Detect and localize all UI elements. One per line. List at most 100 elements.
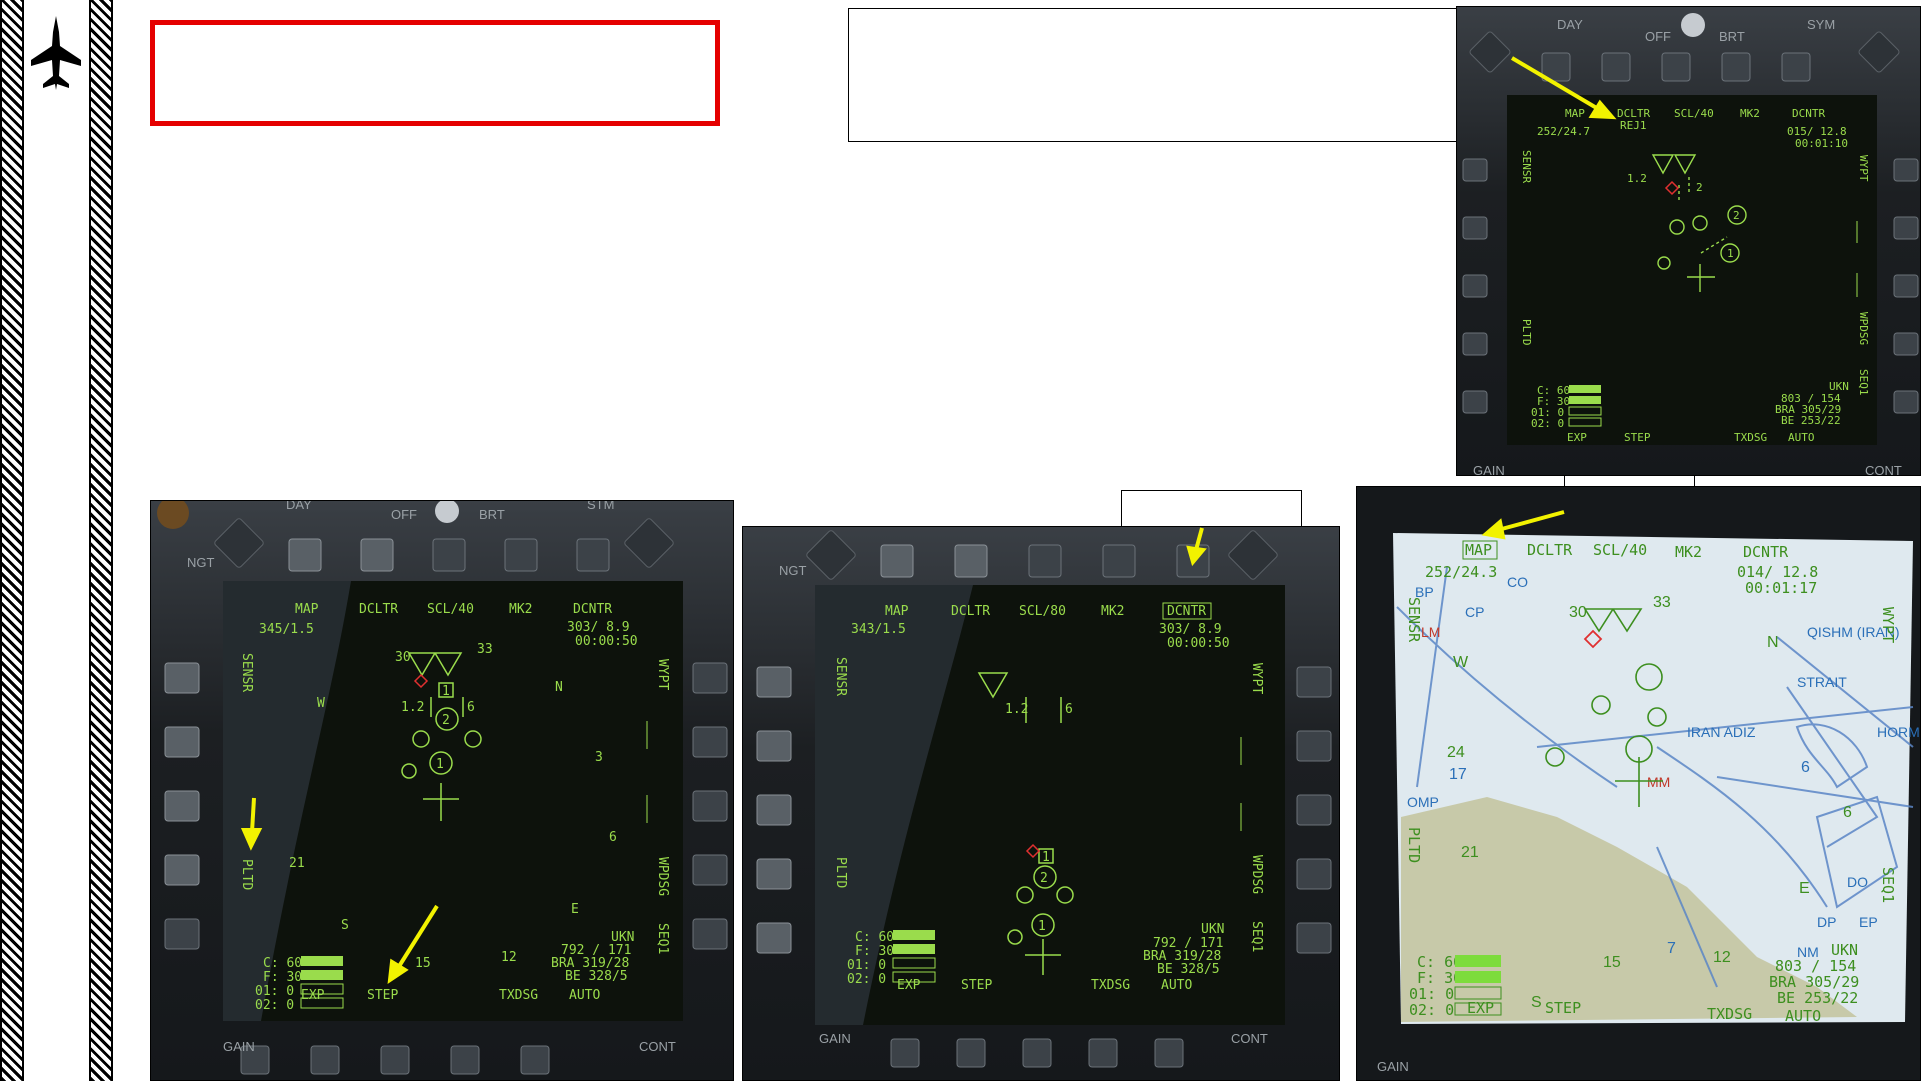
bra-ukn: UKN [1201, 922, 1224, 937]
map-text-6b: 6 [1801, 759, 1810, 776]
bezel-knob[interactable] [157, 501, 189, 529]
dcltr-label: DCLTR [951, 604, 990, 619]
osb-top-1[interactable] [1541, 52, 1571, 82]
osb-right-1[interactable] [692, 662, 728, 694]
osb-top-5[interactable] [1781, 52, 1811, 82]
osb-left-4[interactable] [756, 858, 792, 890]
osb-right-5[interactable] [1296, 922, 1332, 954]
compass-15: 15 [415, 956, 431, 971]
osb-bottom-3[interactable] [1022, 1038, 1052, 1068]
map-text-12: 12 [1713, 949, 1731, 966]
off-label: OFF [391, 507, 417, 522]
osb-bottom-3[interactable] [380, 1045, 410, 1075]
rocker-day-night[interactable] [806, 530, 857, 581]
osb-bottom-5[interactable] [520, 1045, 550, 1075]
osb-top-4[interactable] [1721, 52, 1751, 82]
contact-range: 1.2 [1627, 172, 1647, 185]
osb-right-3[interactable] [692, 790, 728, 822]
auto-label: AUTO [569, 988, 600, 1003]
osb-right-1[interactable] [1893, 158, 1919, 182]
rocker-sym[interactable] [1858, 31, 1900, 73]
osb-top-4[interactable] [1102, 544, 1136, 578]
osb-left-2[interactable] [1462, 216, 1488, 240]
osb-bottom-4[interactable] [450, 1045, 480, 1075]
osb-top-dcntr[interactable] [1176, 544, 1210, 578]
compass-e: E [571, 902, 579, 917]
osb-bottom-4[interactable] [1088, 1038, 1118, 1068]
osb-right-5[interactable] [1893, 390, 1919, 414]
map-text-6: 6 [1843, 804, 1852, 821]
brightness-knob[interactable] [1681, 13, 1705, 37]
osb-right-3[interactable] [1893, 274, 1919, 298]
rocker-day-night[interactable] [1469, 31, 1511, 73]
osb-right-1[interactable] [1296, 666, 1332, 698]
osb-left-2[interactable] [164, 726, 200, 758]
osb-left-4[interactable] [164, 854, 200, 886]
osb-right-3[interactable] [1296, 794, 1332, 826]
osb-bottom-5[interactable] [1154, 1038, 1184, 1068]
osb-left-5[interactable] [1462, 390, 1488, 414]
osb-right-2[interactable] [692, 726, 728, 758]
osb-top-2[interactable] [1601, 52, 1631, 82]
osb-top-3[interactable] [432, 538, 466, 572]
map-text-n: N [1767, 634, 1779, 651]
gain-label: GAIN [223, 1039, 255, 1054]
osb-top-1[interactable] [288, 538, 322, 572]
rocker-day-night[interactable] [214, 518, 265, 569]
brightness-knob[interactable] [435, 501, 459, 523]
map-text-strait: STRAIT [1797, 674, 1847, 690]
rocker-sym[interactable] [1228, 530, 1279, 581]
store-02: 02: 0 [1409, 1001, 1454, 1019]
store-bar-f [1569, 396, 1601, 404]
store-02: 02: 0 [1531, 417, 1564, 430]
mk-label: MK2 [1675, 543, 1702, 561]
osb-left-3[interactable] [1462, 274, 1488, 298]
callout-box-top [848, 8, 1508, 142]
osb-left-5[interactable] [756, 922, 792, 954]
scl-label: SCL/40 [1674, 107, 1714, 120]
be-value: BE 328/5 [1157, 962, 1220, 977]
osb-left-1[interactable] [756, 666, 792, 698]
osb-right-4[interactable] [1296, 858, 1332, 890]
osb-left-5[interactable] [164, 918, 200, 950]
osb-top-3[interactable] [1028, 544, 1062, 578]
contact-num-b: 6 [467, 700, 475, 715]
osb-left-3[interactable] [164, 790, 200, 822]
osb-right-5[interactable] [692, 918, 728, 950]
osb-left-3[interactable] [756, 794, 792, 826]
osb-right-2[interactable] [1893, 216, 1919, 240]
osb-top-3[interactable] [1661, 52, 1691, 82]
osb-bottom-1[interactable] [890, 1038, 920, 1068]
osb-left-2[interactable] [756, 730, 792, 762]
osb-right-2[interactable] [1296, 730, 1332, 762]
osb-top-1[interactable] [880, 544, 914, 578]
map-text-7: 7 [1667, 940, 1676, 957]
seq-label: SEQ1 [1249, 921, 1264, 952]
osb-top-5[interactable] [576, 538, 610, 572]
pltd-label: PLTD [239, 859, 254, 890]
gain-label: GAIN [819, 1031, 851, 1046]
compass-6: 6 [609, 830, 617, 845]
compass-21: 21 [289, 856, 305, 871]
osb-right-4[interactable] [692, 854, 728, 886]
osb-top-4[interactable] [504, 538, 538, 572]
contact-num-b: 1 [1042, 850, 1050, 865]
osb-left-1[interactable] [164, 662, 200, 694]
store-bar-c [1455, 955, 1501, 967]
cont-label: CONT [639, 1039, 676, 1054]
map-label[interactable]: MAP [1465, 541, 1492, 559]
map-text-hormuz: HORMUZ [1877, 724, 1921, 740]
osb-left-4[interactable] [1462, 332, 1488, 356]
osb-top-2[interactable] [360, 538, 394, 572]
osb-right-4[interactable] [1893, 332, 1919, 356]
osb-bottom-2[interactable] [310, 1045, 340, 1075]
store-f: F: 30 [855, 944, 894, 959]
rocker-sym[interactable] [624, 518, 675, 569]
store-bar-c [301, 956, 343, 966]
store-bar-f [893, 944, 935, 954]
brt-label: BRT [479, 507, 505, 522]
exp-label: EXP [1467, 999, 1494, 1017]
osb-top-2[interactable] [954, 544, 988, 578]
osb-bottom-2[interactable] [956, 1038, 986, 1068]
osb-left-1[interactable] [1462, 158, 1488, 182]
